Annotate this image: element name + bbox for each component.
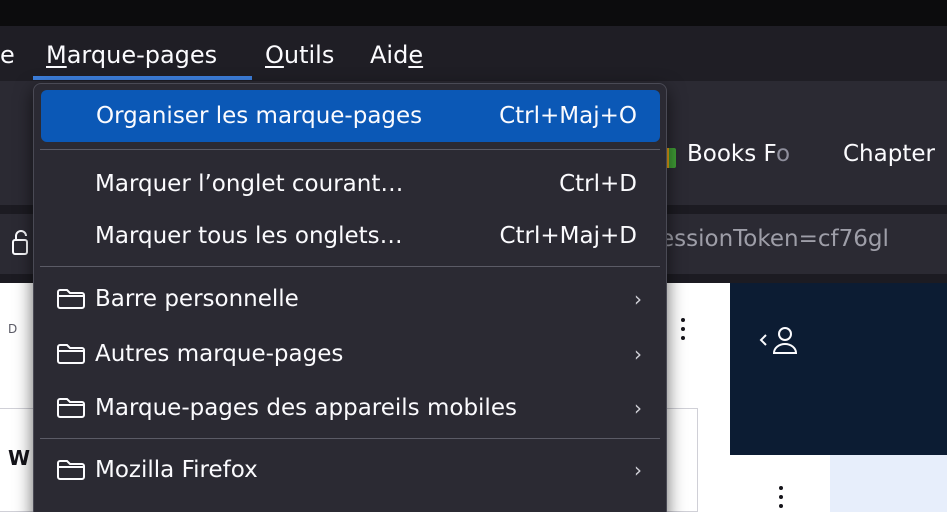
bookmark-chapter-label: Chapter bbox=[843, 141, 935, 167]
back-user-icon[interactable] bbox=[758, 323, 808, 359]
side-panel bbox=[730, 283, 947, 455]
menuitem-label: Marque-pages des appareils mobiles bbox=[95, 395, 517, 421]
menu-tools[interactable]: Outils bbox=[265, 38, 334, 72]
menuitem-folder-other-bookmarks[interactable]: Autres marque-pages › bbox=[40, 330, 660, 378]
lower-right-panel bbox=[830, 455, 947, 512]
menu-tools-rest: utils bbox=[283, 41, 335, 69]
page-small-text: D bbox=[8, 322, 18, 336]
menu-edit-label: e bbox=[0, 41, 15, 69]
bookmark-books-label: Books F bbox=[687, 141, 776, 167]
kebab-menu-icon[interactable] bbox=[680, 318, 686, 346]
menuitem-folder-personal-toolbar[interactable]: Barre personnelle › bbox=[40, 275, 660, 323]
menuitem-shortcut: Ctrl+Maj+D bbox=[499, 223, 637, 249]
menu-bookmarks-rest: arque-pages bbox=[66, 41, 218, 69]
menu-bookmarks-accel: M bbox=[46, 41, 67, 69]
submenu-arrow-icon: › bbox=[634, 396, 642, 420]
menuitem-organize-bookmarks[interactable]: Organiser les marque-pages Ctrl+Maj+O bbox=[41, 90, 660, 142]
menuitem-label: Autres marque-pages bbox=[95, 341, 344, 367]
folder-icon bbox=[57, 398, 85, 418]
menu-help[interactable]: Aide bbox=[370, 38, 423, 72]
bookmark-books-faded: o bbox=[775, 141, 791, 167]
lock-icon[interactable] bbox=[12, 226, 28, 258]
menuitem-label: Organiser les marque-pages bbox=[96, 103, 423, 129]
menu-help-accel: e bbox=[408, 41, 424, 69]
menuitem-label: Marquer l’onglet courant… bbox=[95, 171, 404, 197]
menu-bookmarks[interactable]: Marque-pages bbox=[46, 38, 217, 72]
folder-icon bbox=[57, 344, 85, 364]
menuitem-bookmark-current-tab[interactable]: Marquer l’onglet courant… Ctrl+D bbox=[40, 160, 660, 208]
menuitem-label: Mozilla Firefox bbox=[95, 457, 258, 483]
submenu-arrow-icon: › bbox=[634, 458, 642, 482]
menu-help-start: Aid bbox=[370, 41, 409, 69]
menu-edit-partial[interactable]: e bbox=[0, 38, 15, 72]
menuitem-bookmark-all-tabs[interactable]: Marquer tous les onglets… Ctrl+Maj+D bbox=[40, 212, 660, 260]
active-menu-underline bbox=[33, 76, 252, 80]
menuitem-folder-mobile-bookmarks[interactable]: Marque-pages des appareils mobiles › bbox=[40, 384, 660, 432]
menu-separator bbox=[40, 149, 660, 150]
menu-tools-accel: O bbox=[265, 41, 284, 69]
url-text[interactable]: essionToken=cf76gl bbox=[660, 226, 889, 252]
menuitem-label: Barre personnelle bbox=[95, 286, 299, 312]
menuitem-label: Marquer tous les onglets… bbox=[95, 223, 403, 249]
title-strip bbox=[0, 0, 947, 26]
menuitem-shortcut: Ctrl+Maj+O bbox=[499, 103, 637, 129]
page-card-text: W bbox=[8, 446, 31, 470]
folder-icon bbox=[57, 289, 85, 309]
folder-icon bbox=[57, 460, 85, 480]
menu-separator bbox=[40, 266, 660, 267]
bookmark-chapter[interactable]: Chapter bbox=[843, 141, 935, 167]
submenu-arrow-icon: › bbox=[634, 342, 642, 366]
menuitem-folder-mozilla-firefox[interactable]: Mozilla Firefox › bbox=[40, 446, 660, 494]
kebab-menu-icon-2[interactable] bbox=[778, 486, 784, 512]
bookmark-books[interactable]: Books Fo bbox=[687, 141, 790, 167]
submenu-arrow-icon: › bbox=[634, 287, 642, 311]
menuitem-shortcut: Ctrl+D bbox=[559, 171, 637, 197]
menu-separator bbox=[40, 438, 660, 439]
